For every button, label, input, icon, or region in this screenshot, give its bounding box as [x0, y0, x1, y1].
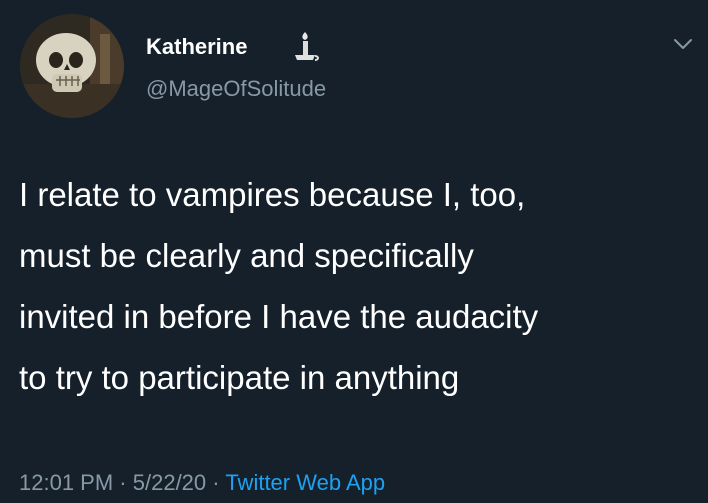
tweet-time[interactable]: 12:01 PM: [19, 470, 113, 495]
meta-separator: ·: [119, 470, 127, 495]
chevron-down-icon[interactable]: [672, 36, 694, 52]
tweet-text-line: to try to participate in anything: [19, 359, 460, 396]
candle-emoji-icon: [295, 32, 319, 61]
meta-separator: ·: [212, 470, 220, 495]
tweet-text-line: I relate to vampires because I, too,: [19, 176, 526, 213]
tweet-text-line: must be clearly and specifically: [19, 237, 474, 274]
avatar[interactable]: [20, 14, 124, 118]
tweet-text-line: invited in before I have the audacity: [19, 298, 539, 335]
tweet-source-link[interactable]: Twitter Web App: [225, 470, 385, 495]
user-handle[interactable]: @MageOfSolitude: [146, 76, 326, 102]
tweet-metadata: 12:01 PM · 5/22/20 · Twitter Web App: [19, 470, 385, 496]
tweet-date[interactable]: 5/22/20: [133, 470, 206, 495]
tweet-card: Katherine @MageOfSolitude I relate to va…: [0, 0, 708, 503]
tweet-text: I relate to vampires because I, too, mus…: [19, 164, 699, 408]
skull-avatar-icon: [20, 14, 124, 118]
display-name[interactable]: Katherine: [146, 34, 247, 60]
